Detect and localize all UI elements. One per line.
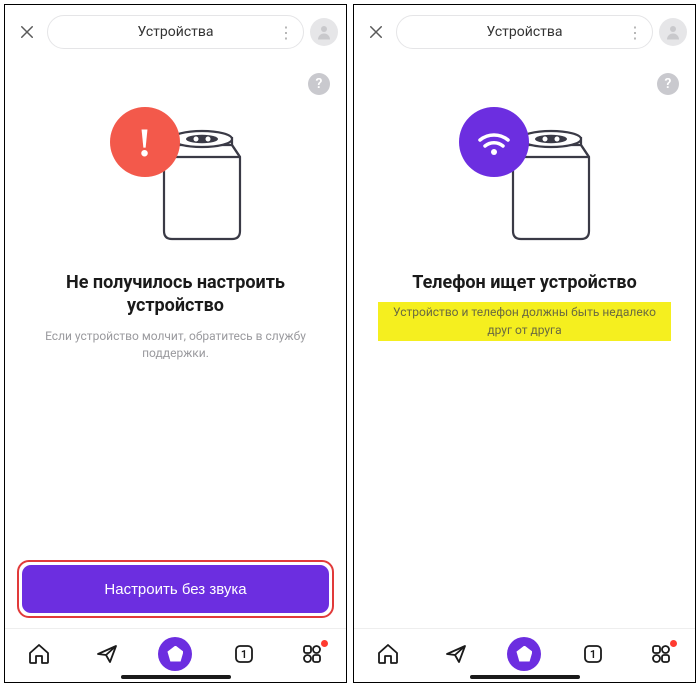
notification-dot [670, 640, 677, 647]
cta-label: Настроить без звука [104, 581, 246, 598]
content: ? ! Не получилось настроить устройство Е… [5, 57, 346, 560]
subtext-highlighted: Устройство и телефон должны быть недалек… [378, 302, 671, 341]
title-pill[interactable]: Устройства ⋮ [47, 15, 304, 49]
nav-send[interactable] [87, 634, 127, 674]
nav-home[interactable] [368, 634, 408, 674]
home-indicator [121, 675, 231, 679]
home-icon [376, 642, 400, 666]
screen-setup-failed: Устройства ⋮ ? ! Не получилось настроить… [4, 4, 347, 683]
alice-icon [507, 637, 541, 671]
send-icon [444, 642, 468, 666]
kebab-icon[interactable]: ⋮ [278, 23, 293, 42]
home-icon [27, 642, 51, 666]
header: Устройства ⋮ [5, 5, 346, 57]
wifi-badge [459, 107, 529, 177]
close-icon [367, 23, 385, 41]
help-button[interactable]: ? [308, 73, 330, 95]
bottom-nav: 1 [354, 628, 695, 682]
subtext: Если устройство молчит, обратитесь в слу… [29, 328, 322, 363]
help-button[interactable]: ? [657, 73, 679, 95]
header: Устройства ⋮ [354, 5, 695, 57]
exclamation-icon: ! [138, 119, 151, 166]
bottom-nav: 1 [5, 628, 346, 682]
nav-send[interactable] [436, 634, 476, 674]
notification-dot [321, 640, 328, 647]
help-icon: ? [316, 76, 323, 92]
user-icon [664, 23, 682, 41]
page-title: Устройства [137, 24, 213, 40]
content: ? Телефон ищет устройство Устройство и [354, 57, 695, 618]
services-icon [649, 642, 673, 666]
cta-highlight: Настроить без звука [17, 560, 334, 618]
close-button[interactable] [362, 18, 390, 46]
close-icon [18, 23, 36, 41]
home-indicator [470, 675, 580, 679]
tabs-icon: 1 [232, 642, 256, 666]
user-icon [315, 23, 333, 41]
help-icon: ? [665, 76, 672, 92]
illustration: ! [106, 103, 246, 243]
setup-silent-button[interactable]: Настроить без звука [22, 565, 329, 613]
avatar[interactable] [310, 18, 338, 46]
alice-icon [158, 637, 192, 671]
page-title: Устройства [486, 24, 562, 40]
nav-services[interactable] [641, 634, 681, 674]
title-pill[interactable]: Устройства ⋮ [396, 15, 653, 49]
heading: Телефон ищет устройство [404, 271, 645, 294]
avatar[interactable] [659, 18, 687, 46]
nav-home[interactable] [19, 634, 59, 674]
tab-count: 1 [590, 648, 596, 661]
heading: Не получилось настроить устройство [29, 271, 322, 318]
tabs-icon: 1 [581, 642, 605, 666]
send-icon [95, 642, 119, 666]
screen-searching: Устройства ⋮ ? [353, 4, 696, 683]
services-icon [300, 642, 324, 666]
nav-tabs[interactable]: 1 [573, 634, 613, 674]
nav-services[interactable] [292, 634, 332, 674]
error-badge: ! [110, 107, 180, 177]
tab-count: 1 [241, 648, 247, 661]
wifi-icon [474, 122, 514, 162]
cta-area: Настроить без звука [5, 560, 346, 628]
kebab-icon[interactable]: ⋮ [627, 23, 642, 42]
illustration [455, 103, 595, 243]
close-button[interactable] [13, 18, 41, 46]
nav-alice[interactable] [504, 634, 544, 674]
nav-alice[interactable] [155, 634, 195, 674]
nav-tabs[interactable]: 1 [224, 634, 264, 674]
